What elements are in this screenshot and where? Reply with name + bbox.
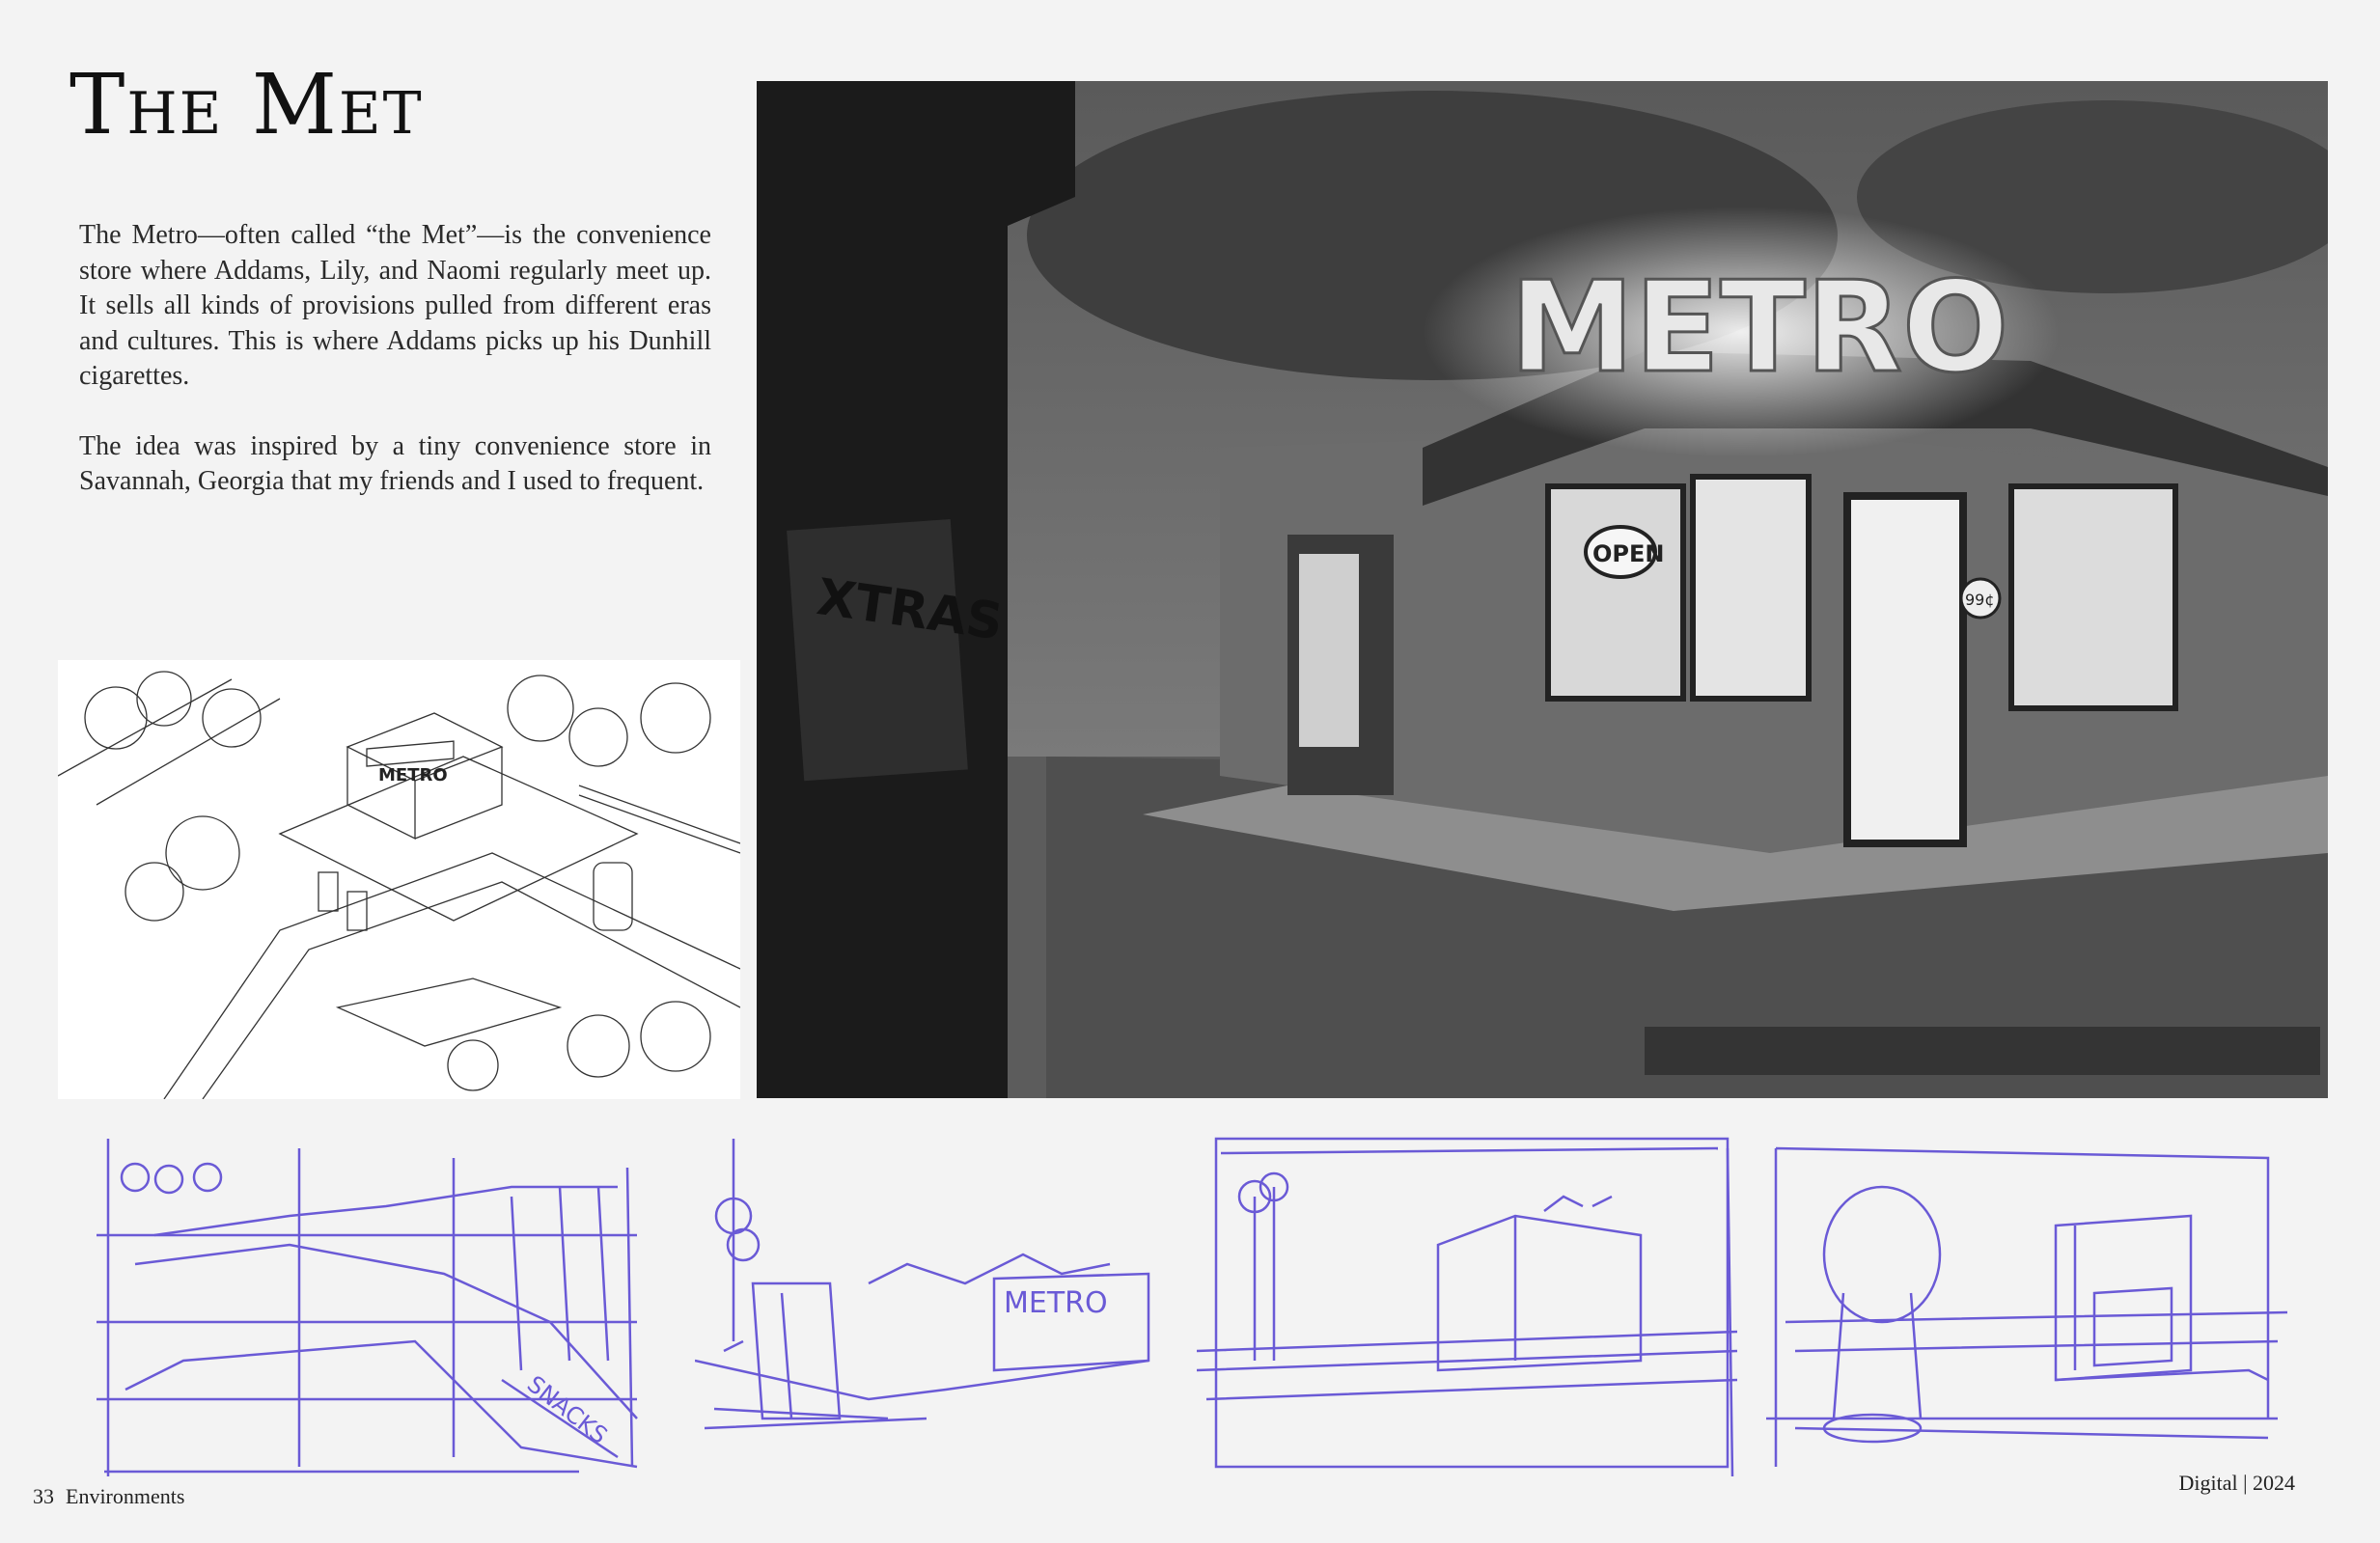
thumbnail-sketch-3-drawing [1197, 1137, 1737, 1477]
thumbnail-sketch-4 [1766, 1129, 2297, 1480]
thumbnail-sketch-1: SNACKS [97, 1129, 656, 1480]
paragraph-2: The idea was inspired by a tiny convenie… [79, 430, 711, 497]
paragraph-1: The Metro—often called “the Met”—is the … [79, 220, 711, 391]
isometric-sketch-drawing: METRO [58, 671, 740, 1099]
isometric-sketch: METRO [58, 660, 740, 1099]
open-sign: OPEN [1592, 540, 1664, 567]
night-painting-drawing: METRO OPEN 99¢ XTRAS [757, 81, 2328, 1098]
price-sticker: 99¢ [1965, 591, 1995, 609]
thumbnail-sketch-3 [1197, 1129, 1737, 1480]
footer-medium-year: Digital | 2024 [2178, 1471, 2295, 1495]
snacks-sign: SNACKS [522, 1370, 613, 1449]
section-name: Environments [66, 1484, 185, 1508]
thumbnail-sketch-2-drawing: METRO [695, 1139, 1150, 1430]
thumbnail-sketch-4-drawing [1766, 1146, 2288, 1467]
description-text: The Metro—often called “the Met”—is the … [79, 218, 711, 535]
page-number: 33 [33, 1484, 54, 1508]
footer-left: 33 Environments [33, 1484, 196, 1509]
page-title: The Met [69, 57, 424, 153]
thumbnail-sketch-2: METRO [695, 1129, 1168, 1480]
thumb-metro-sign: METRO [1004, 1286, 1108, 1320]
iso-sign-text: METRO [378, 765, 448, 785]
thumbnail-sketch-1-drawing: SNACKS [97, 1139, 638, 1476]
metro-sign: METRO [1509, 254, 2008, 400]
night-storefront-painting: METRO OPEN 99¢ XTRAS [757, 81, 2328, 1098]
